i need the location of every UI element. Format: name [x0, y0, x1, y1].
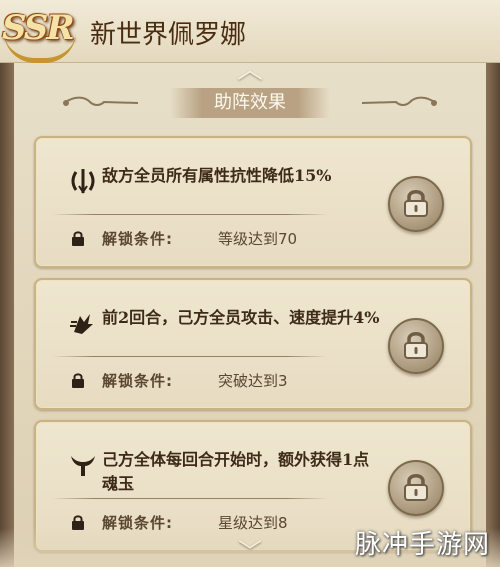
- character-name: 新世界佩罗娜: [90, 20, 247, 50]
- scroll-down-icon[interactable]: ﹀: [228, 540, 272, 564]
- lock-icon: [404, 190, 428, 217]
- section-header: 助阵效果: [60, 88, 440, 120]
- lock-small-icon: [72, 373, 84, 388]
- lock-button[interactable]: [388, 318, 444, 374]
- horn-icon: [71, 456, 95, 476]
- flourish-left-icon: [63, 96, 139, 106]
- divider: [52, 356, 328, 357]
- flourish-right-icon: [361, 96, 437, 106]
- unlock-condition-value: 突破达到3: [218, 372, 288, 390]
- support-effect-card: 前2回合，己方全员攻击、速度提升4% 解锁条件: 突破达到3: [34, 278, 472, 410]
- support-effect-card: 敌方全员所有属性抗性降低15% 解锁条件: 等级达到70: [34, 136, 472, 268]
- lock-small-icon: [72, 231, 84, 246]
- resistance-icon: [71, 169, 95, 194]
- unlock-condition-value: 等级达到70: [218, 230, 298, 248]
- divider: [52, 214, 328, 215]
- rarity-badge: SSR: [2, 8, 75, 48]
- left-border: [0, 60, 14, 567]
- unlock-condition-label: 解锁条件:: [102, 372, 173, 390]
- watermark: 脉冲手游网: [354, 530, 490, 560]
- scroll-up-icon[interactable]: ︿: [230, 57, 270, 83]
- lock-button[interactable]: [388, 460, 444, 516]
- lock-icon: [404, 332, 428, 359]
- section-title: 助阵效果: [214, 92, 286, 113]
- lock-icon: [404, 474, 428, 501]
- effect-description: 己方全体每回合开始时，额外获得1点魂玉: [102, 450, 370, 493]
- header: SSR 新世界佩罗娜: [0, 0, 500, 63]
- right-border: [486, 60, 500, 567]
- unlock-condition-label: 解锁条件:: [102, 230, 173, 248]
- lock-button[interactable]: [388, 176, 444, 232]
- effect-description: 敌方全员所有属性抗性降低15%: [102, 166, 332, 185]
- divider: [52, 498, 328, 499]
- speed-icon: [70, 314, 93, 334]
